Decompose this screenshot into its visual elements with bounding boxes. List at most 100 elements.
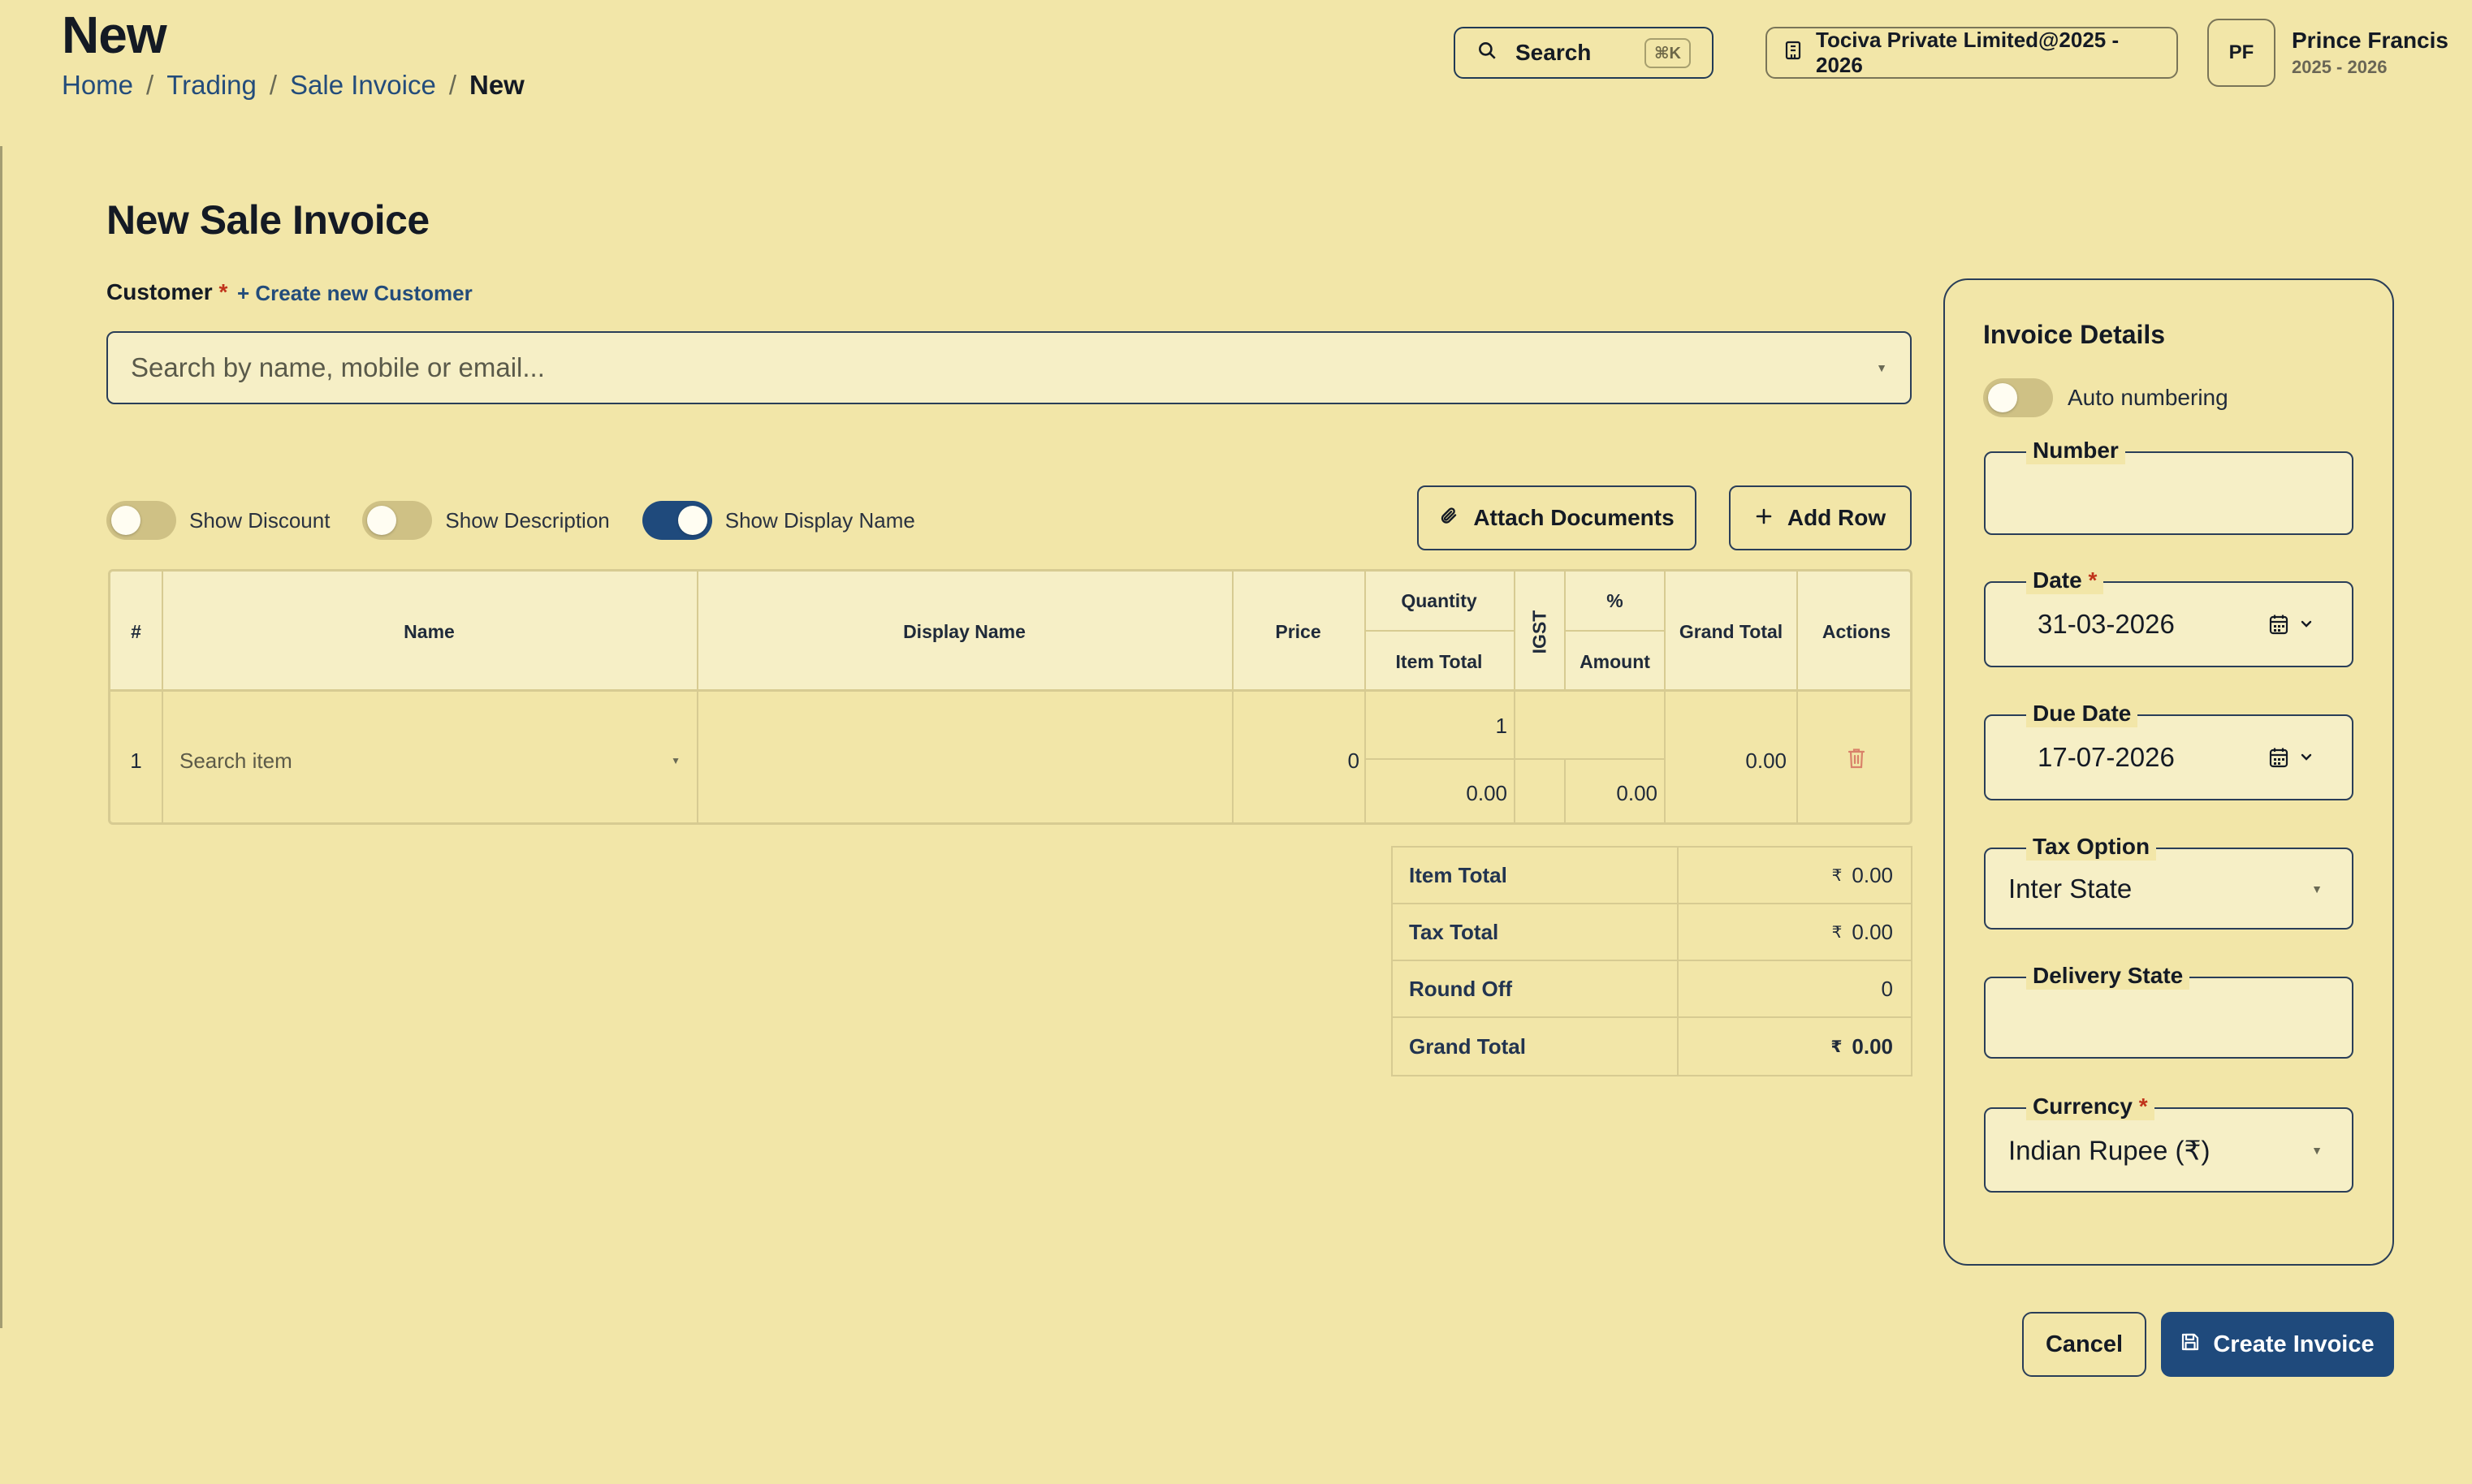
round-off-input[interactable]: 0 [1882,977,1893,1002]
toggle-label: Show Description [445,507,610,533]
chevron-down-icon [2301,753,2312,761]
column-header-percent: % [1606,589,1623,611]
rupee-symbol: ₹ [1831,923,1843,942]
row-grand-total: 0.00 [1745,748,1787,773]
column-header-grand-total: Grand Total [1679,620,1783,642]
column-header-actions: Actions [1822,620,1891,642]
chevron-down-icon: ▼ [671,755,681,766]
page-heading: New [62,6,167,64]
delete-row-button[interactable] [1798,694,1910,822]
panel-title: Invoice Details [1983,320,2166,349]
switch[interactable] [642,501,712,540]
field-value: Inter State [2008,873,2133,904]
column-header-name: Name [404,620,455,642]
customer-label-text: Customer [106,279,213,304]
customer-search-select[interactable]: Search by name, mobile or email... ▼ [106,331,1912,404]
toggle-label: Show Display Name [724,507,915,533]
save-icon [2180,1331,2200,1358]
toggle-show-description[interactable]: Show Description [362,501,610,540]
switch[interactable] [1983,378,2053,417]
field-value: Indian Rupee (₹) [2008,1135,2211,1165]
delivery-state-select[interactable]: Delivery State [1984,962,2353,1059]
chevron-down-icon [2301,620,2312,628]
required-mark: * [218,279,228,304]
price-input[interactable]: 0 [1234,694,1364,822]
field-label: Due Date [2026,700,2138,727]
date-picker-controls[interactable] [2269,747,2313,768]
tax-percent-input[interactable] [1515,694,1664,758]
search-label: Search [1515,40,1592,65]
breadcrumb-separator: / [269,70,278,100]
number-field[interactable]: Number [1984,437,2353,535]
attach-documents-button[interactable]: Attach Documents [1417,485,1696,550]
avatar[interactable]: PF [2207,19,2275,87]
totals-row-grand-total: Grand Total ₹0.00 [1393,1018,1911,1075]
create-customer-link[interactable]: + Create new Customer [237,281,473,306]
building-icon [1785,41,1801,66]
currency-select[interactable]: Currency * Indian Rupee (₹) ▼ [1984,1093,2353,1193]
global-search-button[interactable]: Search ⌘K [1454,27,1714,79]
trash-icon [1848,748,1865,774]
totals-value: 0.00 [1852,862,1893,887]
due-date-field[interactable]: Due Date 17-07-2026 [1984,700,2353,800]
switch[interactable] [362,501,433,540]
totals-label: Item Total [1393,848,1679,903]
toggle-auto-numbering[interactable]: Auto numbering [1983,378,2228,417]
attach-label: Attach Documents [1473,505,1675,530]
search-shortcut: ⌘K [1644,37,1691,68]
rupee-symbol: ₹ [1830,1038,1843,1056]
column-header-amount: Amount [1580,650,1650,672]
date-field[interactable]: Date * 31-03-2026 [1984,567,2353,667]
toggle-show-display-name[interactable]: Show Display Name [642,501,915,540]
user-period: 2025 - 2026 [2292,57,2388,77]
column-header-item-total: Item Total [1395,650,1483,672]
chevron-down-icon: ▼ [1876,361,1887,374]
cancel-button[interactable]: Cancel [2022,1312,2146,1377]
breadcrumb-trading[interactable]: Trading [166,70,257,101]
totals-row-item-total: Item Total ₹0.00 [1393,848,1911,904]
search-icon [1476,40,1497,67]
create-invoice-button[interactable]: Create Invoice [2161,1312,2394,1377]
plus-icon [1755,505,1773,531]
breadcrumb-separator: / [146,70,154,100]
breadcrumb-separator: / [448,70,456,100]
field-label: Delivery State [2026,962,2190,990]
date-picker-controls[interactable] [2269,614,2313,635]
chevron-down-icon: ▼ [2311,1143,2323,1157]
calendar-icon [2269,748,2288,768]
column-header-price: Price [1275,620,1321,642]
display-name-input[interactable] [698,694,1232,822]
rupee-symbol: ₹ [1831,866,1843,885]
company-name: Tociva Private Limited@2025 - 2026 [1816,28,2120,77]
breadcrumb-current: New [469,70,525,100]
totals-row-round-off: Round Off 0 [1393,961,1911,1018]
breadcrumb-home[interactable]: Home [62,70,133,101]
field-label: Number [2026,437,2125,464]
totals-label: Round Off [1393,961,1679,1016]
totals-label: Tax Total [1393,904,1679,960]
totals-value: 0.00 [1852,919,1893,944]
field-value: 17-07-2026 [2038,742,2175,772]
quantity-input[interactable]: 1 [1366,694,1514,758]
company-switcher[interactable]: Tociva Private Limited@2025 - 2026 [1765,27,2178,79]
customer-placeholder: Search by name, mobile or email... [131,352,545,382]
breadcrumb-sale-invoice[interactable]: Sale Invoice [290,70,436,101]
tax-type-label: IGST [1528,610,1550,654]
user-name: Prince Francis [2292,28,2448,53]
field-label: Tax Option [2026,833,2157,861]
switch[interactable] [106,501,176,540]
column-header-display-name: Display Name [903,620,1026,642]
tax-option-select[interactable]: Tax Option Inter State ▼ [1984,833,2353,930]
tax-amount-value: 0.00 [1616,781,1657,805]
toggle-label: Show Discount [189,507,331,533]
calendar-icon [2269,615,2288,635]
toggle-show-discount[interactable]: Show Discount [106,501,330,540]
toggle-row: Show Discount Show Description Show Disp… [106,500,948,541]
add-row-label: Add Row [1787,505,1886,530]
item-placeholder: Search item [179,748,292,773]
item-search-select[interactable]: Search item ▼ [163,694,697,822]
breadcrumb: Home / Trading / Sale Invoice / New [62,70,525,101]
add-row-button[interactable]: Add Row [1729,485,1912,550]
chevron-down-icon: ▼ [2311,882,2323,895]
item-total-value: 0.00 [1466,781,1507,805]
